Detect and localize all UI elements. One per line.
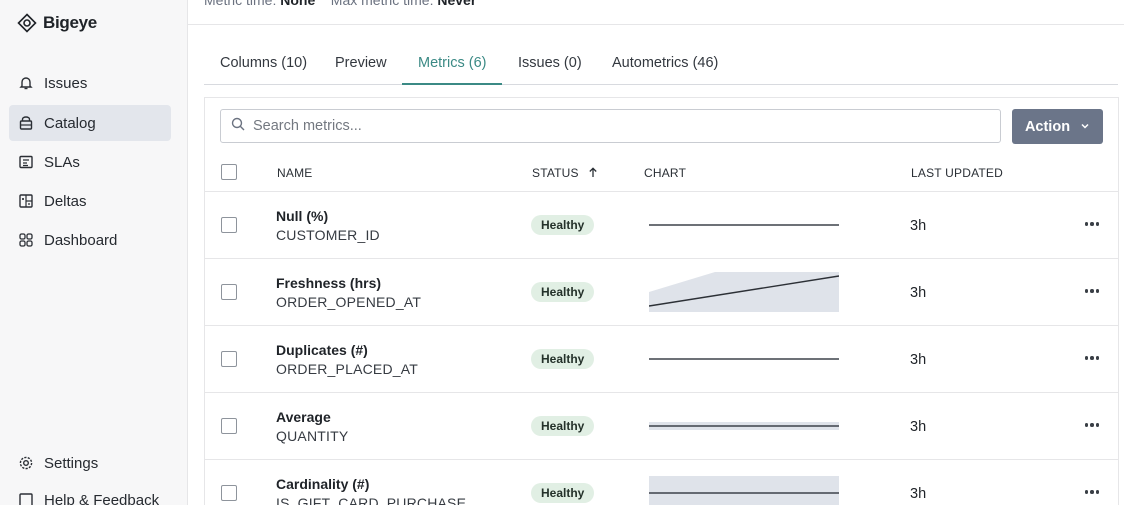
tab-autometrics[interactable]: Autometrics (46) (612, 55, 718, 71)
sidebar-item-label: Settings (44, 454, 99, 472)
database-icon (18, 115, 34, 131)
metric-name[interactable]: Null (%) (276, 208, 328, 224)
tab-columns[interactable]: Columns (10) (220, 55, 307, 71)
sidebar-item-settings[interactable]: Settings (9, 445, 171, 481)
table-row[interactable]: Average QUANTITY Healthy 3h (205, 393, 1118, 460)
column-name: ORDER_OPENED_AT (276, 294, 422, 310)
sidebar-item-label: Deltas (44, 192, 87, 210)
sidebar-item-label: Help & Feedback (44, 491, 160, 505)
tab-metrics[interactable]: Metrics (6) (418, 55, 486, 71)
row-checkbox[interactable] (221, 351, 237, 367)
divider (188, 24, 1124, 25)
dashboard-icon (18, 232, 34, 248)
more-options-icon[interactable] (1083, 415, 1101, 435)
sidebar-item-slas[interactable]: SLAs (9, 144, 171, 180)
header-last-updated[interactable]: LAST UPDATED (911, 166, 1003, 180)
brand-logo[interactable]: Bigeye (17, 13, 97, 33)
metric-name[interactable]: Cardinality (#) (276, 476, 369, 492)
sidebar-item-dashboard[interactable]: Dashboard (9, 222, 171, 258)
metrics-panel: Action NAME STATUS CHART LAST UPDATED Nu… (204, 97, 1119, 505)
column-name: IS_GIFT_CARD_PURCHASE (276, 495, 467, 505)
bigeye-logo-icon (17, 13, 37, 33)
sidebar-item-help[interactable]: Help & Feedback (9, 482, 171, 505)
status-badge: Healthy (531, 282, 595, 302)
column-name: ORDER_PLACED_AT (276, 361, 419, 377)
metric-name[interactable]: Freshness (hrs) (276, 275, 381, 291)
sparkline-chart (649, 224, 839, 226)
status-badge: Healthy (531, 349, 595, 369)
last-updated: 3h (910, 285, 927, 301)
row-checkbox[interactable] (221, 217, 237, 233)
sparkline-chart (649, 422, 839, 430)
select-all-checkbox[interactable] (221, 164, 237, 180)
gear-icon (18, 455, 34, 471)
last-updated: 3h (910, 419, 927, 435)
status-badge: Healthy (531, 483, 595, 503)
header-name[interactable]: NAME (277, 166, 312, 180)
search-box[interactable] (220, 109, 1001, 143)
sidebar-item-catalog[interactable]: Catalog (9, 105, 171, 141)
sparkline-chart (649, 358, 839, 360)
metric-name[interactable]: Duplicates (#) (276, 342, 368, 358)
header-status-label: STATUS (532, 166, 579, 180)
status-badge: Healthy (531, 215, 595, 235)
header-chart: CHART (644, 166, 687, 180)
header-status[interactable]: STATUS (532, 166, 598, 180)
help-icon (18, 492, 34, 505)
max-metric-time-label: Max metric time: (330, 0, 434, 8)
last-updated: 3h (910, 352, 927, 368)
sidebar-item-issues[interactable]: Issues (9, 65, 171, 101)
sidebar-item-deltas[interactable]: Deltas (9, 183, 171, 219)
sidebar-item-label: Dashboard (44, 231, 118, 249)
tab-preview[interactable]: Preview (335, 55, 387, 71)
sidebar: Bigeye Issues Catalog SLAs Deltas Dashbo… (0, 0, 188, 505)
more-options-icon[interactable] (1083, 348, 1101, 368)
max-metric-time-value: Never (437, 0, 477, 8)
deltas-icon (18, 193, 34, 209)
last-updated: 3h (910, 218, 927, 234)
metric-time-label: Metric time: (204, 0, 277, 8)
more-options-icon[interactable] (1083, 214, 1101, 234)
table-row[interactable]: Freshness (hrs) ORDER_OPENED_AT Healthy … (205, 259, 1118, 326)
chevron-down-icon (1080, 119, 1090, 135)
sparkline-chart (649, 272, 839, 312)
tab-issues[interactable]: Issues (0) (518, 55, 582, 71)
tab-bar: Columns (10) Preview Metrics (6) Issues … (204, 44, 1118, 85)
status-badge: Healthy (531, 416, 595, 436)
search-input[interactable] (253, 118, 953, 134)
row-checkbox[interactable] (221, 418, 237, 434)
row-checkbox[interactable] (221, 284, 237, 300)
column-name: QUANTITY (276, 428, 349, 444)
action-button[interactable]: Action (1012, 109, 1103, 144)
sidebar-item-label: Catalog (44, 114, 96, 132)
last-updated: 3h (910, 486, 927, 502)
metric-time-row: Metric time: None Max metric time: Never (204, 0, 476, 8)
table-row[interactable]: Duplicates (#) ORDER_PLACED_AT Healthy 3… (205, 326, 1118, 393)
active-tab-indicator (402, 83, 502, 85)
sparkline-chart (649, 476, 839, 505)
row-checkbox[interactable] (221, 485, 237, 501)
table-header: NAME STATUS CHART LAST UPDATED (205, 156, 1118, 192)
table-row[interactable]: Null (%) CUSTOMER_ID Healthy 3h (205, 192, 1118, 259)
column-name: CUSTOMER_ID (276, 227, 380, 243)
sla-icon (18, 154, 34, 170)
sort-ascending-icon (589, 167, 597, 177)
metric-time-value: None (280, 0, 316, 8)
action-button-label: Action (1024, 118, 1071, 135)
sidebar-item-label: Issues (44, 74, 88, 92)
metric-name[interactable]: Average (276, 409, 331, 425)
search-icon (231, 117, 245, 135)
brand-name: Bigeye (43, 13, 97, 32)
more-options-icon[interactable] (1083, 482, 1101, 502)
sidebar-item-label: SLAs (44, 153, 80, 171)
bell-icon (18, 75, 34, 91)
more-options-icon[interactable] (1083, 281, 1101, 301)
table-row[interactable]: Cardinality (#) IS_GIFT_CARD_PURCHASE He… (205, 460, 1118, 505)
